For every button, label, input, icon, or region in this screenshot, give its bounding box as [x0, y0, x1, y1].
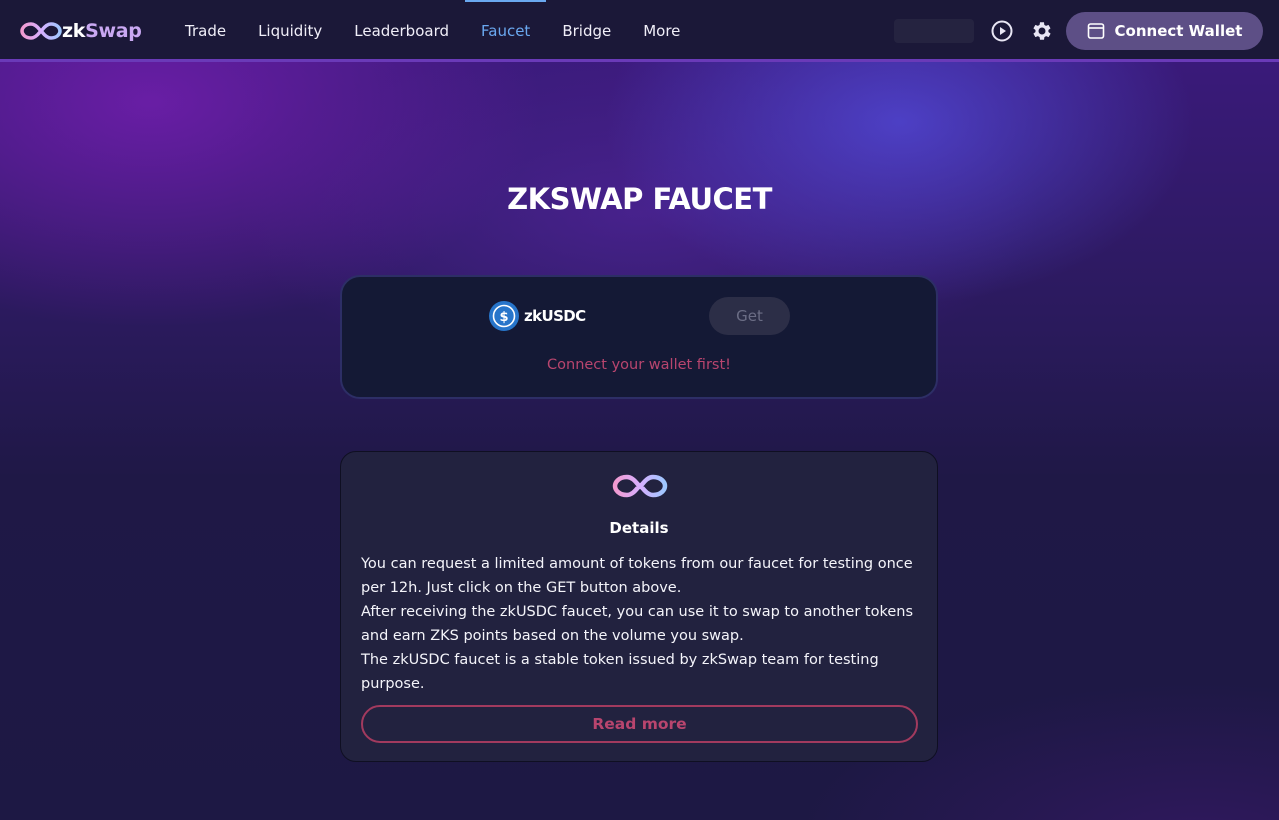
zkswap-logo[interactable]: zkSwap [20, 18, 142, 44]
details-paragraph: You can request a limited amount of toke… [361, 556, 913, 596]
network-selector-placeholder[interactable] [894, 19, 974, 43]
get-button[interactable]: Get [709, 297, 790, 335]
details-paragraph: After receiving the zkUSDC faucet, you c… [361, 604, 913, 644]
nav-faucet[interactable]: Faucet [465, 0, 547, 62]
details-title: Details [609, 519, 669, 537]
gear-icon[interactable] [1030, 19, 1054, 43]
nav-trade[interactable]: Trade [169, 0, 242, 62]
top-nav-bar: zkSwap Trade Liquidity Leaderboard Fauce… [0, 0, 1279, 62]
nav-bridge[interactable]: Bridge [546, 0, 627, 62]
infinity-logo-icon [20, 22, 62, 40]
details-card: Details You can request a limited amount… [340, 451, 938, 762]
nav-more[interactable]: More [627, 0, 696, 62]
svg-text:$: $ [499, 310, 508, 325]
connect-wallet-warning: Connect your wallet first! [547, 357, 731, 373]
read-more-button[interactable]: Read more [361, 705, 918, 743]
brand-prefix: zk [62, 20, 86, 42]
details-body: You can request a limited amount of toke… [361, 552, 931, 696]
play-circle-icon[interactable] [990, 19, 1014, 43]
connect-wallet-button[interactable]: Connect Wallet [1066, 12, 1263, 50]
details-paragraph: The zkUSDC faucet is a stable token issu… [361, 652, 879, 692]
wallet-icon [1087, 23, 1104, 39]
brand-name: zkSwap [62, 20, 142, 42]
usdc-icon: $ [489, 301, 519, 331]
infinity-logo-icon [612, 474, 668, 498]
faucet-card: $ zkUSDC Get Connect your wallet first! [340, 275, 938, 399]
nav-liquidity[interactable]: Liquidity [242, 0, 338, 62]
brand-suffix: Swap [85, 20, 142, 42]
page-title: ZKSWAP FAUCET [507, 182, 772, 216]
connect-wallet-label: Connect Wallet [1114, 22, 1243, 40]
token-display: $ zkUSDC [489, 301, 586, 331]
token-name: zkUSDC [524, 307, 586, 325]
nav-leaderboard[interactable]: Leaderboard [338, 0, 465, 62]
main-nav: Trade Liquidity Leaderboard Faucet Bridg… [169, 0, 696, 62]
